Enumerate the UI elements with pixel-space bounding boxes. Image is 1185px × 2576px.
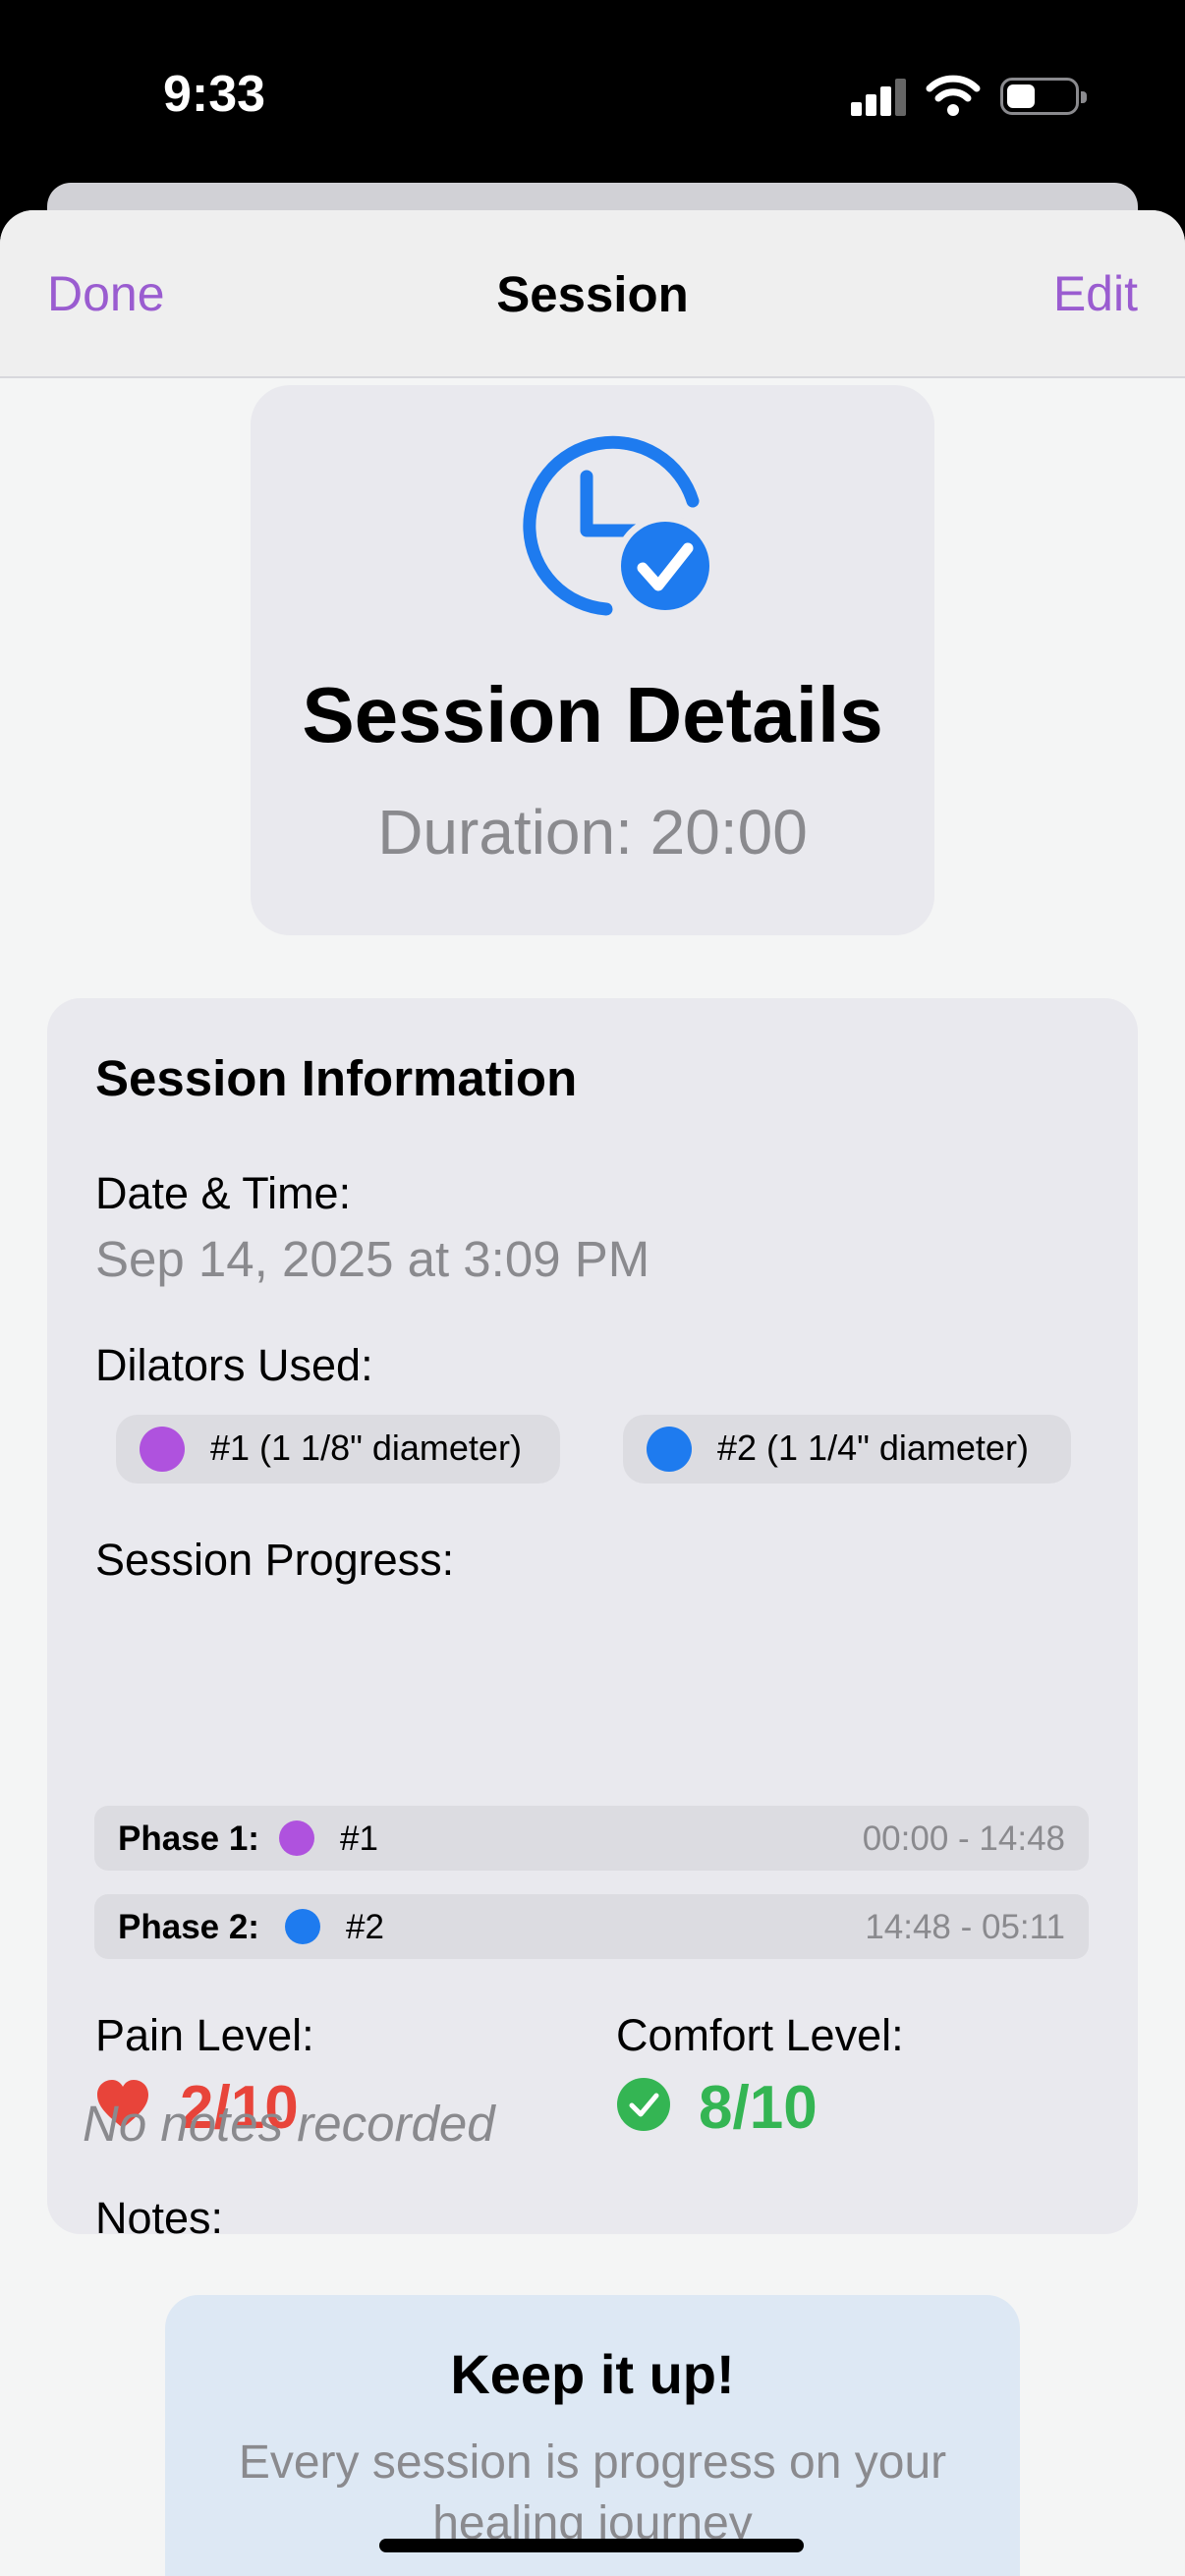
- session-sheet: Done Session Edit Session Details Durati…: [0, 210, 1185, 2576]
- battery-icon: [1000, 78, 1087, 115]
- phase-color-dot: [285, 1909, 320, 1944]
- dilator-chip-label: #1 (1 1/8" diameter): [210, 1428, 522, 1468]
- phase-dilator: #2: [346, 1908, 384, 1946]
- encouragement-title: Keep it up!: [450, 2343, 735, 2405]
- checkmark-circle-icon: [617, 2078, 670, 2131]
- dilator-chip: #1 (1 1/8" diameter): [116, 1415, 560, 1484]
- pain-level-label: Pain Level:: [95, 2010, 314, 2060]
- comfort-level-value: 8/10: [699, 2074, 818, 2142]
- phase-row: Phase 2: #2 14:48 - 05:11: [94, 1894, 1089, 1959]
- notes-value: No notes recorded: [83, 2096, 495, 2152]
- phase-color-dot: [279, 1820, 314, 1856]
- clock-checkmark-icon: [523, 435, 716, 617]
- date-value: Sep 14, 2025 at 3:09 PM: [95, 1231, 650, 1287]
- encouragement-text: Every session is progress on your healin…: [238, 2436, 947, 2549]
- edit-button[interactable]: Edit: [1053, 265, 1138, 322]
- home-indicator[interactable]: [379, 2539, 804, 2552]
- navigation-bar: Done Session Edit: [0, 210, 1185, 378]
- phase-dilator: #1: [340, 1820, 378, 1858]
- page-title: Session Details: [302, 671, 883, 758]
- dilators-label: Dilators Used:: [95, 1340, 373, 1390]
- status-bar: 9:33: [0, 0, 1185, 187]
- phase-label: Phase 2:: [118, 1908, 259, 1946]
- encouragement-card: Keep it up! Every session is progress on…: [165, 2295, 1020, 2576]
- wifi-icon: [926, 75, 981, 116]
- date-label: Date & Time:: [95, 1168, 352, 1218]
- phase-time: 14:48 - 05:11: [865, 1908, 1065, 1946]
- status-time: 9:33: [163, 66, 266, 123]
- session-duration: Duration: 20:00: [377, 797, 808, 868]
- dilator-color-dot: [140, 1427, 185, 1472]
- dilator-chip: #2 (1 1/4" diameter): [623, 1415, 1071, 1484]
- session-information-card: Session Information Date & Time: Sep 14,…: [47, 998, 1138, 2243]
- phase-row: Phase 1: #1 00:00 - 14:48: [94, 1806, 1089, 1871]
- notes-label: Notes:: [95, 2193, 224, 2243]
- dilator-color-dot: [647, 1427, 692, 1472]
- progress-label: Session Progress:: [95, 1535, 455, 1585]
- phase-label: Phase 1:: [118, 1820, 259, 1858]
- phase-time: 00:00 - 14:48: [862, 1820, 1065, 1858]
- nav-title: Session: [496, 266, 689, 322]
- session-details-header: Session Details Duration: 20:00: [251, 385, 934, 935]
- section-title: Session Information: [95, 1050, 578, 1106]
- comfort-level-label: Comfort Level:: [616, 2010, 904, 2060]
- dilator-chip-label: #2 (1 1/4" diameter): [717, 1428, 1029, 1468]
- cellular-signal-icon: [851, 79, 906, 116]
